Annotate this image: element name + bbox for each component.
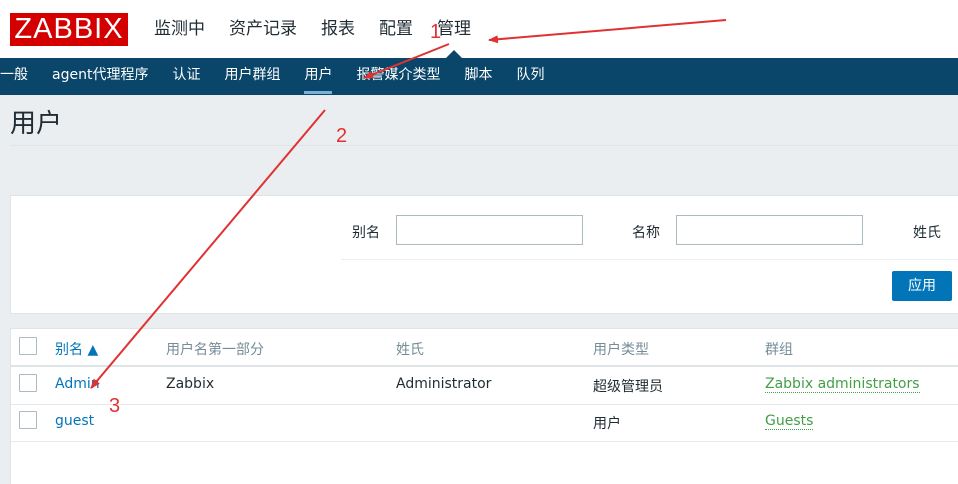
page-title: 用户 (10, 109, 63, 139)
annotation-number-3: 3 (109, 395, 121, 417)
apply-button[interactable]: 应用 (892, 271, 952, 301)
user-group-link[interactable]: Guests (765, 413, 814, 430)
submenu-user-groups[interactable]: 用户群组 (212, 58, 292, 95)
row-checkbox[interactable] (19, 374, 37, 392)
col-alias-header[interactable]: 别名 ▲ (55, 339, 98, 359)
user-group-link[interactable]: Zabbix administrators (765, 376, 920, 393)
menu-inventory[interactable]: 资产记录 (217, 0, 309, 58)
submenu-authentication[interactable]: 认证 (160, 58, 212, 95)
col-groups-header: 群组 (765, 342, 793, 358)
header-divider (11, 365, 958, 367)
user-type: 超级管理员 (593, 379, 663, 395)
submenu-users[interactable]: 用户 (292, 58, 344, 95)
users-table: 别名 ▲ 用户名第一部分 姓氏 用户类型 群组 Admin Zabbix Adm… (10, 328, 958, 484)
submenu-queue[interactable]: 队列 (504, 58, 556, 95)
row-divider (11, 404, 958, 405)
surname-label: 姓氏 (913, 225, 941, 241)
user-alias-link[interactable]: Admin (55, 376, 100, 392)
submenu-general[interactable]: 一般 (0, 58, 40, 95)
menu-reports[interactable]: 报表 (309, 0, 367, 58)
sub-menu: 一般 agent代理程序 认证 用户群组 用户 报警媒介类型 脚本 队列 (0, 58, 958, 95)
user-surname: Administrator (396, 376, 492, 392)
divider (10, 145, 958, 146)
filter-panel: 别名 名称 姓氏 应用 (10, 195, 958, 314)
user-alias-link[interactable]: guest (55, 413, 94, 429)
col-surname-header: 姓氏 (396, 342, 424, 358)
submenu-proxies[interactable]: agent代理程序 (40, 58, 160, 95)
alias-label: 别名 (352, 225, 380, 241)
menu-configuration[interactable]: 配置 (367, 0, 425, 58)
row-checkbox[interactable] (19, 411, 37, 429)
select-all-checkbox[interactable] (19, 337, 37, 355)
name-label: 名称 (632, 225, 660, 241)
top-header: ZABBIX 监测中 资产记录 报表 配置 管理 (0, 0, 958, 58)
filter-divider (341, 259, 958, 260)
alias-input[interactable] (396, 215, 583, 245)
annotation-number-2: 2 (336, 125, 348, 147)
name-input[interactable] (676, 215, 863, 245)
submenu-scripts[interactable]: 脚本 (452, 58, 504, 95)
zabbix-logo[interactable]: ZABBIX (10, 13, 128, 46)
user-name: Zabbix (166, 376, 215, 392)
user-type: 用户 (593, 416, 621, 432)
row-divider (11, 441, 958, 442)
col-name-header: 用户名第一部分 (166, 342, 264, 358)
submenu-media-types[interactable]: 报警媒介类型 (344, 58, 452, 95)
menu-monitoring[interactable]: 监测中 (142, 0, 217, 58)
col-type-header: 用户类型 (593, 342, 649, 358)
annotation-number-1: 1 (430, 21, 442, 43)
